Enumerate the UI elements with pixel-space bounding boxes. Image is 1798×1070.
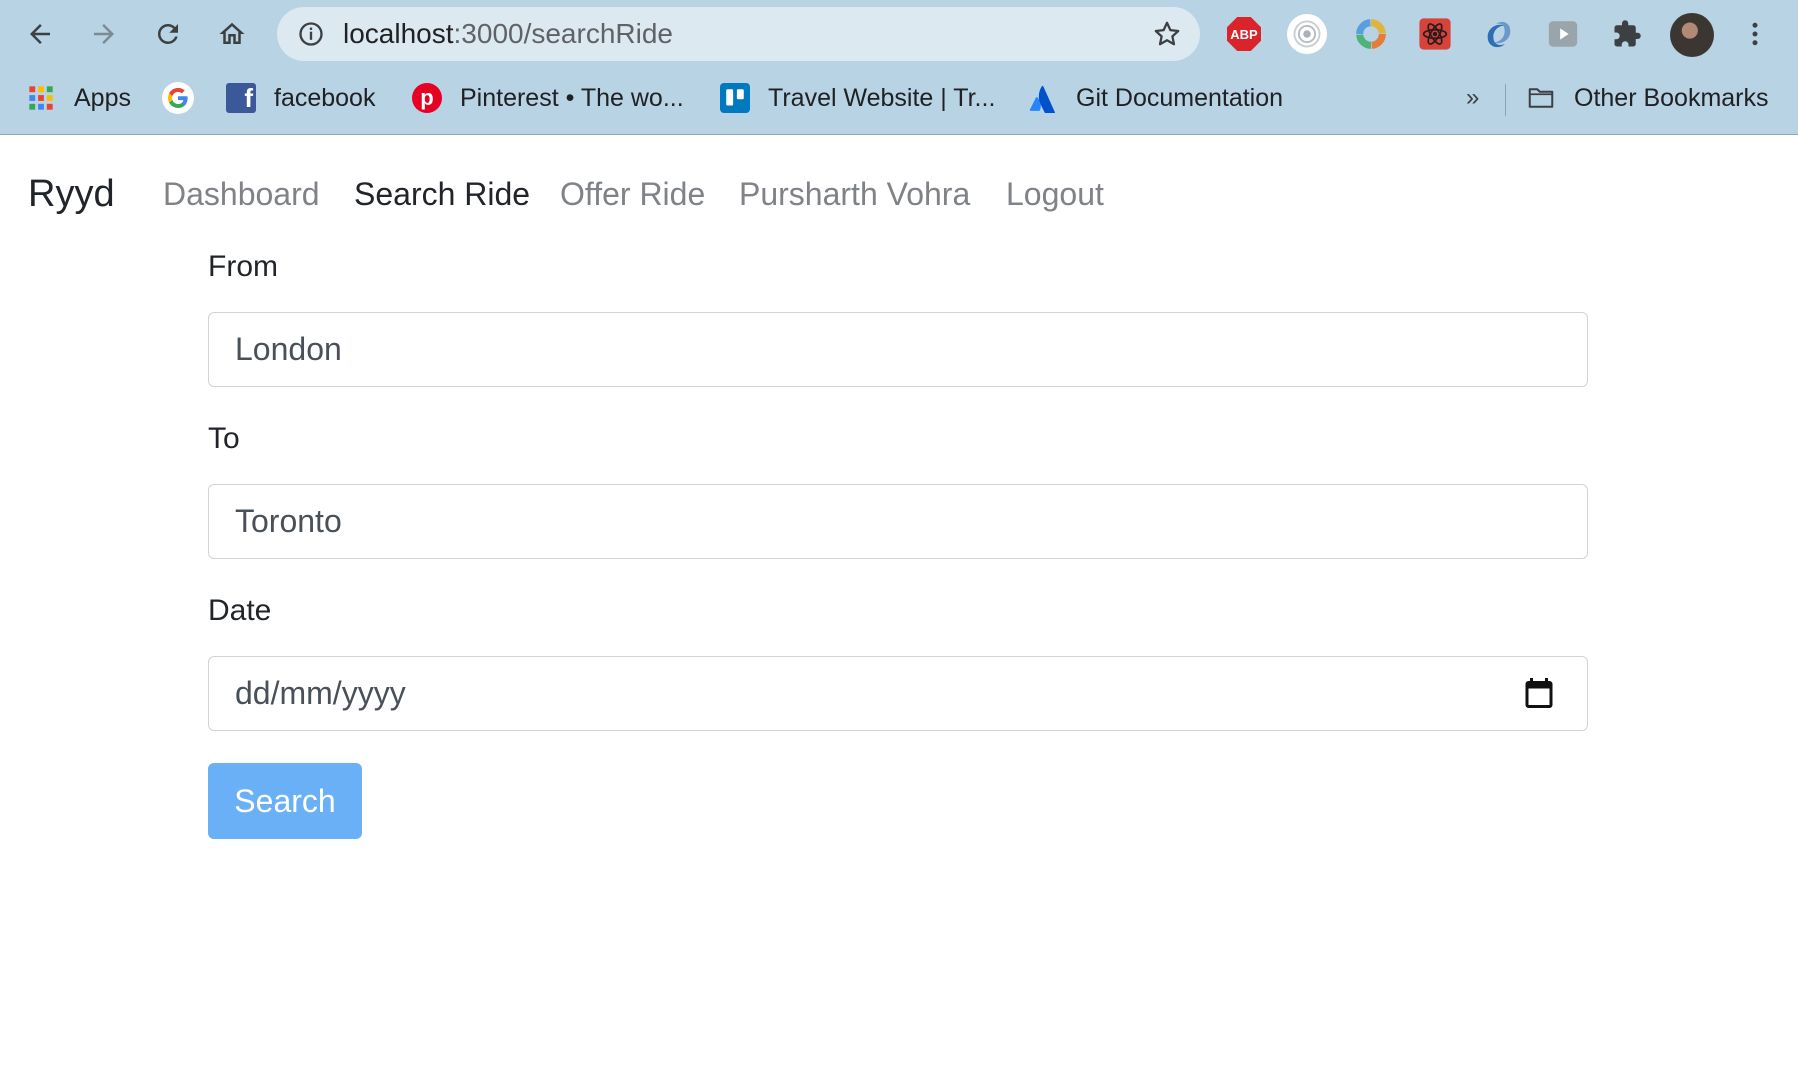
abp-label: ABP — [1230, 26, 1258, 42]
trello-icon — [720, 83, 750, 113]
google-icon — [162, 82, 194, 114]
date-label: Date — [208, 594, 272, 627]
bookmark-facebook-label: facebook — [274, 83, 376, 112]
nav-logout[interactable]: Logout — [1006, 166, 1104, 222]
bookmark-git-label: Git Documentation — [1076, 83, 1284, 112]
bookmark-pinterest-label: Pinterest • The wo... — [460, 83, 684, 112]
home-button[interactable] — [210, 12, 254, 56]
date-input-placeholder: dd/mm/yyyy — [235, 675, 406, 711]
brand-logo[interactable]: Ryyd — [28, 166, 115, 222]
url-host: localhost — [343, 18, 454, 49]
to-input-value: Toronto — [235, 503, 342, 539]
bookmark-facebook[interactable]: f facebook — [226, 72, 375, 124]
date-input[interactable]: dd/mm/yyyy — [208, 656, 1588, 731]
reload-icon — [157, 23, 178, 44]
bookmark-apps-label: Apps — [74, 83, 131, 112]
app-navbar: Ryyd Dashboard Search Ride Offer Ride Pu… — [0, 166, 1798, 222]
to-input[interactable]: Toronto — [208, 484, 1588, 559]
bookmark-other[interactable]: Other Bookmarks — [1526, 72, 1769, 124]
bookmark-other-label: Other Bookmarks — [1574, 83, 1769, 112]
folder-icon — [1526, 83, 1556, 113]
info-icon[interactable] — [297, 20, 325, 48]
back-button[interactable] — [18, 12, 62, 56]
swirl-icon[interactable] — [1479, 14, 1519, 54]
kebab-menu-icon — [1752, 22, 1758, 46]
apps-grid-icon — [26, 83, 56, 113]
bookmark-pinterest[interactable]: p Pinterest • The wo... — [412, 72, 684, 124]
calendar-icon[interactable] — [1521, 675, 1557, 711]
nav-search-ride[interactable]: Search Ride — [354, 166, 530, 222]
adblock-plus-icon[interactable]: ABP — [1227, 17, 1261, 51]
colorwheel-shape-icon — [1356, 19, 1386, 49]
bookmark-travel-label: Travel Website | Tr... — [768, 83, 996, 112]
bookmark-git[interactable]: Git Documentation — [1028, 72, 1283, 124]
browser-chrome: localhost:3000/searchRide ABP Apps f fac… — [0, 0, 1798, 135]
atlassian-icon — [1028, 83, 1058, 113]
browser-toolbar: localhost:3000/searchRide ABP — [0, 0, 1798, 68]
arrow-right-icon — [94, 24, 114, 44]
facebook-icon: f — [226, 83, 256, 113]
home-icon — [219, 22, 245, 44]
search-button[interactable]: Search — [208, 763, 362, 839]
bookmarks-divider — [1505, 84, 1506, 116]
puzzle-icon[interactable] — [1607, 14, 1647, 54]
to-label: To — [208, 422, 240, 455]
from-input[interactable]: London — [208, 312, 1588, 387]
overflow-chevron-icon: » — [1466, 84, 1480, 111]
target-icon[interactable] — [1287, 14, 1327, 54]
url-text[interactable]: localhost:3000/searchRide — [343, 7, 673, 61]
from-input-value: London — [235, 331, 342, 367]
nav-user-profile[interactable]: Pursharth Vohra — [739, 166, 970, 222]
bookmarks-bar: Apps f facebook p Pinterest • The wo... … — [0, 72, 1798, 124]
profile-avatar[interactable] — [1670, 13, 1714, 57]
play-icon[interactable] — [1543, 14, 1583, 54]
bookmark-travel[interactable]: Travel Website | Tr... — [720, 72, 995, 124]
bookmarks-overflow-button[interactable]: » — [1466, 72, 1479, 124]
pinterest-icon: p — [412, 83, 442, 113]
from-label: From — [208, 250, 278, 283]
address-bar[interactable]: localhost:3000/searchRide — [277, 7, 1200, 61]
swirl-shape-icon — [1487, 21, 1511, 48]
nav-offer-ride[interactable]: Offer Ride — [560, 166, 705, 222]
play-button-icon — [1548, 21, 1578, 47]
react-devtools-icon[interactable] — [1415, 14, 1455, 54]
bookmark-apps[interactable]: Apps — [26, 72, 131, 124]
bookmark-google[interactable] — [162, 72, 212, 124]
url-path: :3000/searchRide — [453, 18, 673, 49]
extensions-puzzle-icon — [1614, 20, 1641, 47]
react-atom-icon — [1419, 18, 1451, 50]
forward-button[interactable] — [82, 12, 126, 56]
target-rings-icon — [1293, 20, 1321, 48]
menu-button[interactable] — [1733, 12, 1777, 56]
colorwheel-icon[interactable] — [1351, 14, 1391, 54]
reload-button[interactable] — [146, 12, 190, 56]
arrow-left-icon — [30, 24, 50, 44]
nav-dashboard[interactable]: Dashboard — [163, 166, 320, 222]
star-icon[interactable] — [1152, 19, 1182, 49]
